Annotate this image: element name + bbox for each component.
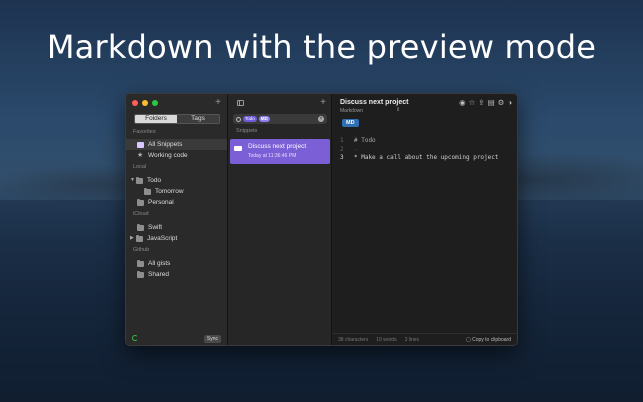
section-favorites: Favorites <box>133 129 156 135</box>
sidebar-item-todo[interactable]: ▼ Todo <box>126 175 227 186</box>
copy-label: Copy to clipboard <box>472 337 511 343</box>
close-button[interactable] <box>132 100 138 106</box>
line-text: - <box>354 145 358 153</box>
snippet-title: Discuss next project <box>248 143 307 150</box>
search-input[interactable]: Todo MD × <box>233 114 327 124</box>
sidebar-item-label: Working code <box>148 152 188 159</box>
eye-icon[interactable]: ◉ <box>459 98 466 107</box>
line-number: 3 <box>340 154 344 161</box>
sidebar-item-label: All gists <box>148 260 171 267</box>
language-selector[interactable]: Markdown <box>340 108 363 114</box>
sidebar-item-all-snippets[interactable]: All Snippets <box>126 139 227 150</box>
code-line: 1 # Todo <box>340 137 499 146</box>
star-icon[interactable]: ☆ <box>469 98 476 107</box>
code-line: 2 - <box>340 146 499 155</box>
editor-toolbar: ◉ ☆ ⇪ ▤ ⚙ ◑ <box>459 98 512 107</box>
list-toolbar: + <box>228 94 331 111</box>
list-item[interactable]: Discuss next project Today at 11:36:46 P… <box>230 139 330 164</box>
star-icon: ★ <box>137 151 144 159</box>
contrast-icon[interactable]: ◑ <box>507 98 512 107</box>
clear-search-icon[interactable]: × <box>318 116 324 122</box>
search-tag-todo[interactable]: Todo <box>243 116 257 122</box>
window-controls <box>132 100 158 106</box>
sync-button[interactable]: Sync <box>203 335 221 343</box>
sidebar-item-label: Swift <box>148 224 163 231</box>
code-line: 3 * Make a call about the upcoming proje… <box>340 154 499 163</box>
character-count: 38 characters <box>338 336 369 343</box>
section-local: Local <box>133 164 147 170</box>
line-count: 3 lines <box>404 336 420 343</box>
sidebar-item-label: Tomorrow <box>155 188 184 195</box>
trash-icon[interactable]: ▤ <box>488 98 495 107</box>
toggle-sidebar-icon[interactable] <box>237 100 244 106</box>
zoom-button[interactable] <box>152 100 158 106</box>
folder-icon <box>144 187 151 195</box>
section-github: Github <box>133 247 150 253</box>
chevron-updown-icon[interactable]: ⇕ <box>396 107 400 113</box>
word-count: 10 words <box>376 336 397 343</box>
sidebar-footer: Sync <box>126 333 227 345</box>
markdown-file-icon <box>234 146 242 151</box>
sidebar-item-label: Personal <box>148 199 174 206</box>
sidebar-item-working-code[interactable]: ★ Working code <box>126 150 227 161</box>
sidebar-item-label: Todo <box>147 177 162 184</box>
format-badge[interactable]: MD <box>342 119 359 127</box>
folder-icon <box>136 234 143 242</box>
headline: Markdown with the preview mode <box>46 28 597 66</box>
gear-icon[interactable]: ⚙ <box>498 98 505 107</box>
sidebar-item-label: Shared <box>148 271 169 278</box>
folder-icon <box>137 259 144 267</box>
editor-pane: Discuss next project Markdown ⇕ ◉ ☆ ⇪ ▤ … <box>332 94 517 345</box>
search-tag-md[interactable]: MD <box>258 116 270 122</box>
folder-icon <box>137 223 144 231</box>
line-text: # Todo <box>354 137 376 144</box>
sidebar-item-label: JavaScript <box>147 235 178 242</box>
line-text: * Make a call about the upcoming project <box>354 154 499 161</box>
sidebar-item-shared[interactable]: Shared <box>126 269 227 280</box>
folder-icon <box>137 270 144 278</box>
folder-icon <box>136 176 143 184</box>
sidebar-item-tomorrow[interactable]: Tomorrow <box>126 186 227 197</box>
search-icon <box>236 116 241 122</box>
tab-tags[interactable]: Tags <box>177 115 219 123</box>
sidebar-item-swift[interactable]: Swift <box>126 222 227 233</box>
sidebar-item-all-gists[interactable]: All gists <box>126 258 227 269</box>
line-number: 2 <box>340 145 344 153</box>
app-window: + Folders Tags Favorites All Snippets ★ … <box>125 93 518 346</box>
snippets-section-label: Snippets <box>236 128 258 134</box>
snippet-list: + Todo MD × Snippets Discuss next projec… <box>228 94 332 345</box>
tab-folders[interactable]: Folders <box>135 115 177 123</box>
status-bar: 38 characters 10 words 3 lines ▢ Copy to… <box>332 333 517 345</box>
folder-icon <box>137 198 144 206</box>
sidebar-item-javascript[interactable]: ▶ JavaScript <box>126 233 227 244</box>
share-icon[interactable]: ⇪ <box>478 98 484 107</box>
sidebar: + Folders Tags Favorites All Snippets ★ … <box>126 94 228 345</box>
tray-icon <box>137 141 144 148</box>
sidebar-item-label: All Snippets <box>148 141 183 148</box>
line-number: 1 <box>340 137 344 144</box>
minimize-button[interactable] <box>142 100 148 106</box>
copy-to-clipboard-button[interactable]: ▢ Copy to clipboard <box>466 337 511 343</box>
code-editor[interactable]: 1 # Todo 2 - 3 * Make a call about the u… <box>340 137 499 163</box>
snippet-date: Today at 11:36:46 PM <box>248 153 297 159</box>
add-snippet-button[interactable]: + <box>320 97 326 108</box>
sidebar-tab-switcher: Folders Tags <box>134 114 220 124</box>
sidebar-item-personal[interactable]: Personal <box>126 197 227 208</box>
sync-status-icon <box>132 335 138 341</box>
snippet-title-field[interactable]: Discuss next project <box>340 99 408 106</box>
section-icloud: iCloud <box>133 211 149 217</box>
add-folder-button[interactable]: + <box>215 97 221 108</box>
